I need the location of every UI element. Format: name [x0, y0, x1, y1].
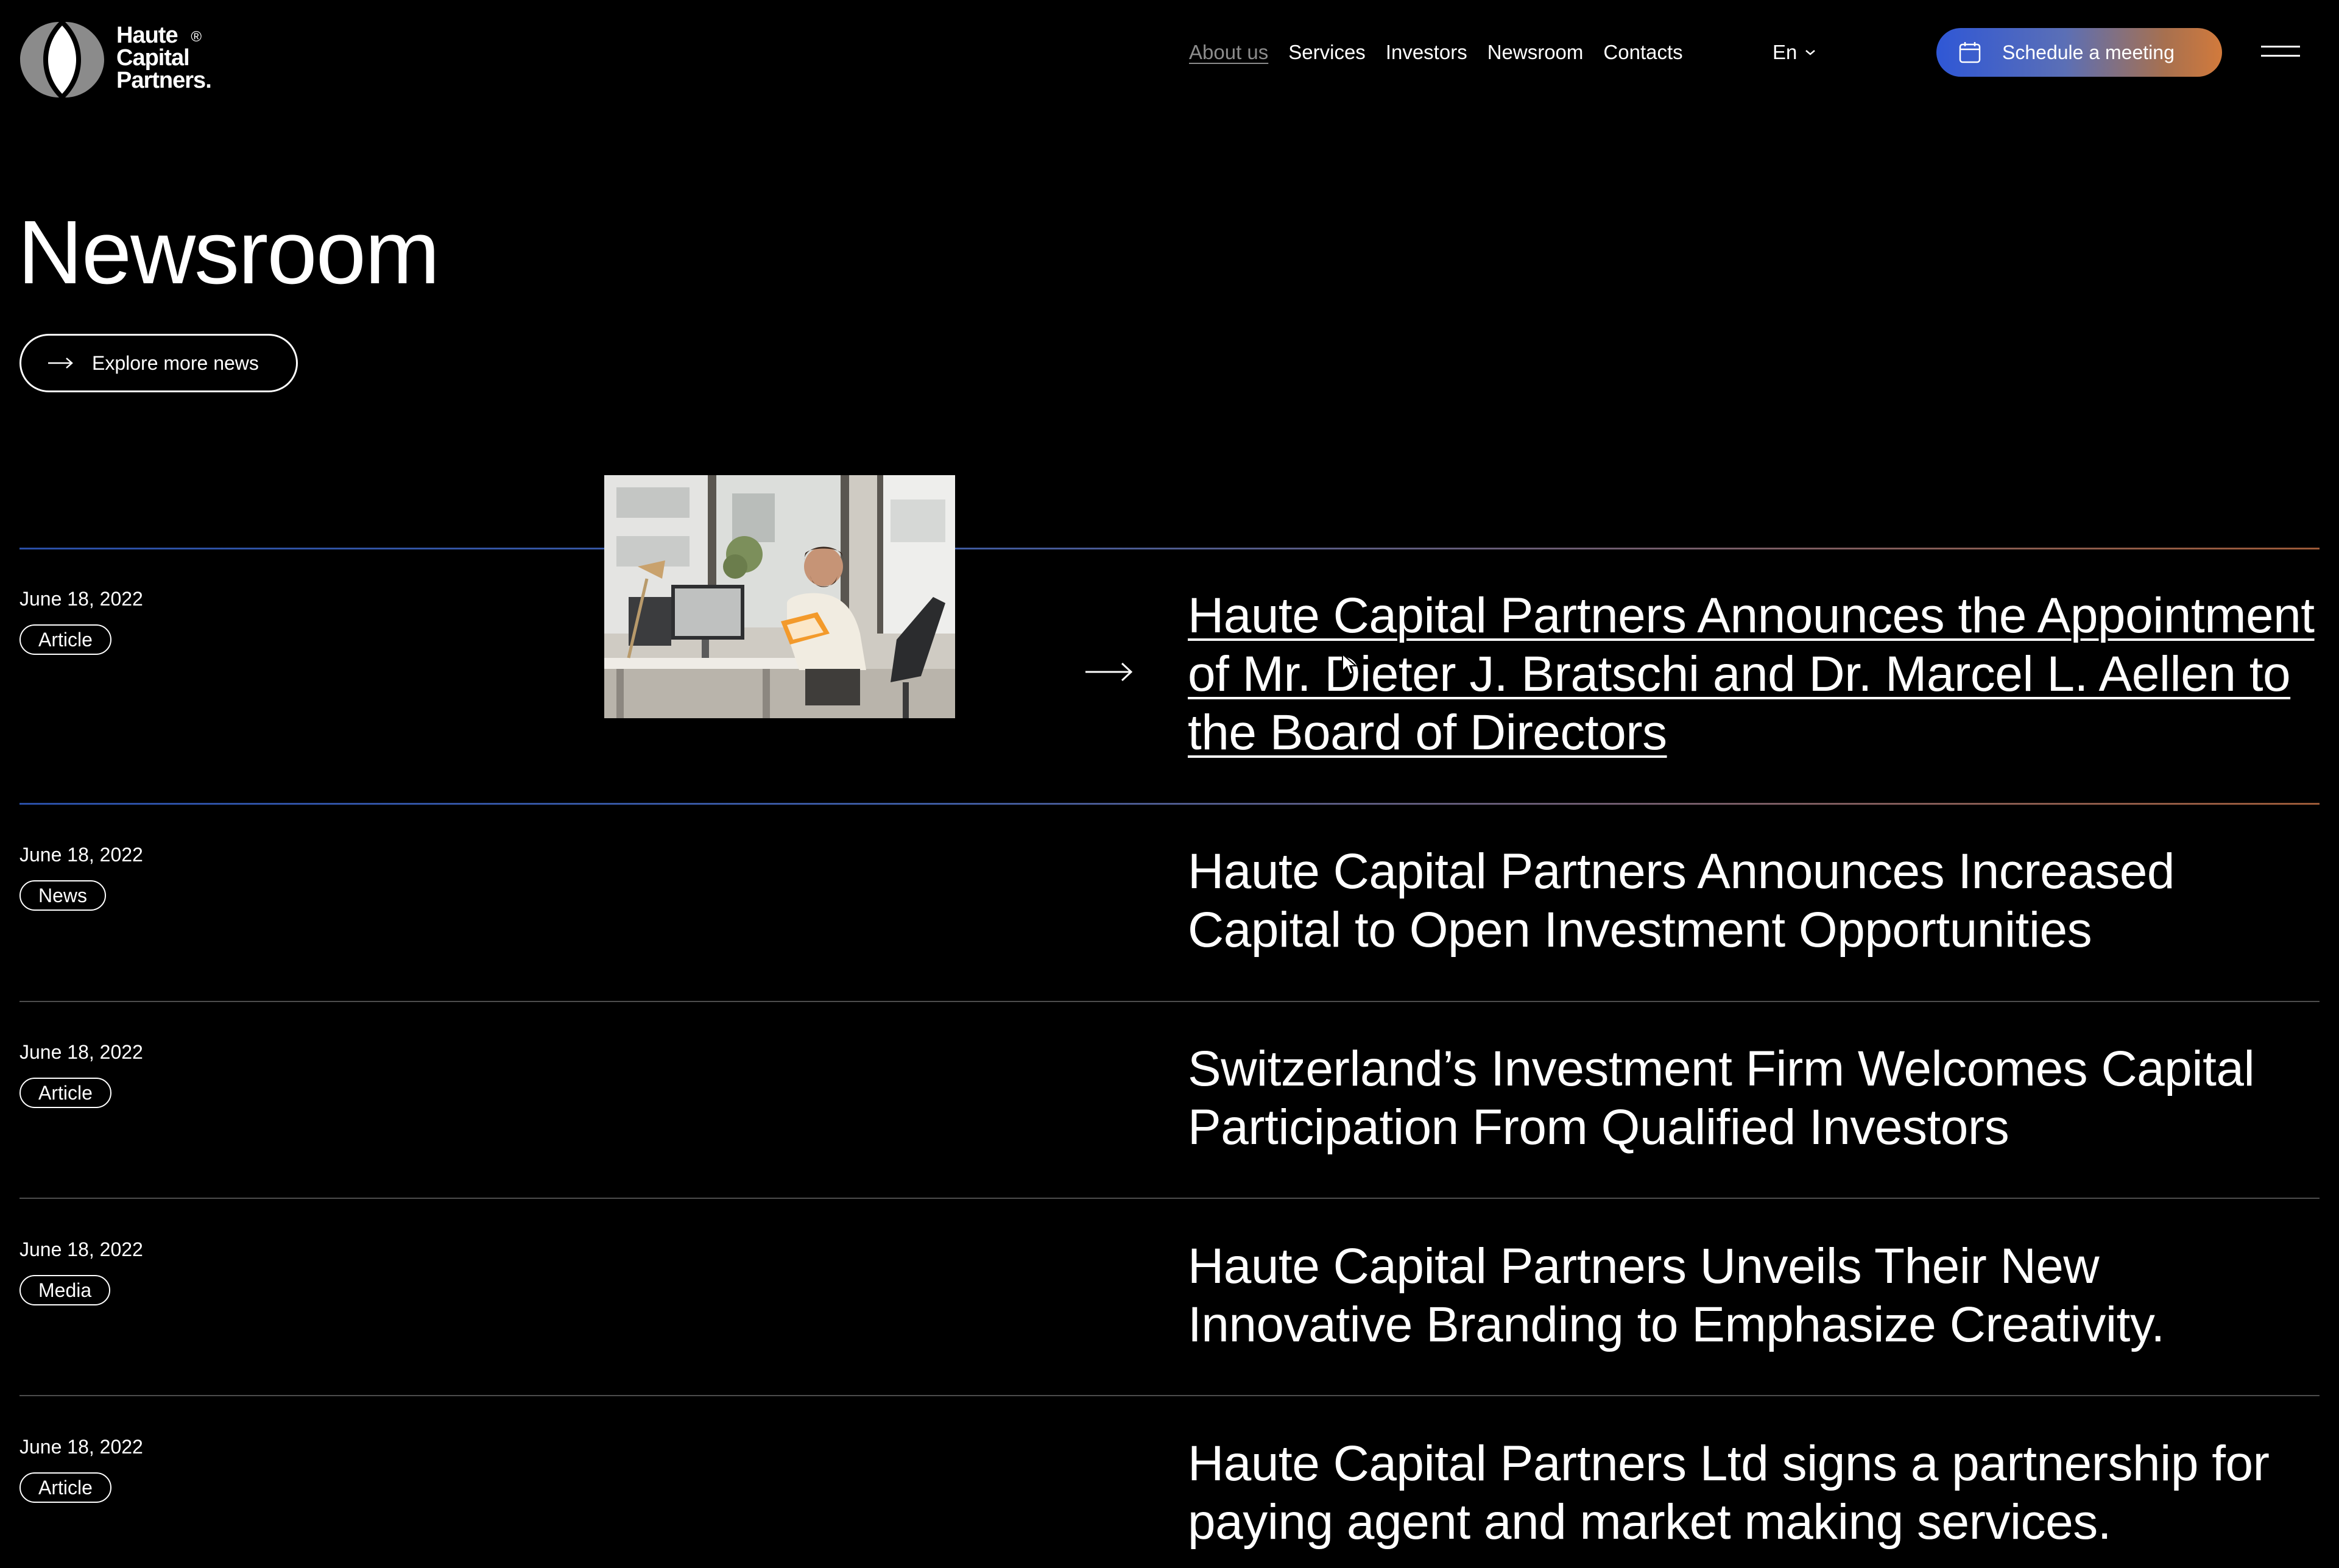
news-title-link[interactable]: Haute Capital Partners Announces Increas…	[1188, 842, 2321, 959]
news-title-link[interactable]: Haute Capital Partners Ltd signs a partn…	[1188, 1435, 2321, 1552]
news-divider	[19, 548, 2320, 549]
news-divider	[19, 803, 2320, 805]
news-divider	[19, 1198, 2320, 1199]
news-title-link[interactable]: Switzerland’s Investment Firm Welcomes C…	[1188, 1040, 2321, 1157]
news-tag: Media	[19, 1275, 111, 1305]
news-date: June 18, 2022	[19, 588, 143, 610]
mouse-cursor-icon	[1342, 653, 1358, 676]
news-date: June 18, 2022	[19, 1041, 143, 1063]
news-tag: Article	[19, 1472, 111, 1503]
news-date: June 18, 2022	[19, 844, 143, 866]
arrow-right-icon	[1085, 662, 1133, 682]
news-divider	[19, 1001, 2320, 1002]
news-tag: Article	[19, 1078, 111, 1108]
news-date: June 18, 2022	[19, 1238, 143, 1260]
news-list: June 18, 2022 Article Haute Capital Part…	[0, 0, 2339, 1568]
news-title-link[interactable]: Haute Capital Partners Unveils Their New…	[1188, 1237, 2321, 1354]
news-divider	[19, 1395, 2320, 1396]
news-tag: Article	[19, 624, 111, 655]
news-tag: News	[19, 880, 107, 911]
news-date: June 18, 2022	[19, 1436, 143, 1458]
news-hover-image	[604, 475, 955, 718]
